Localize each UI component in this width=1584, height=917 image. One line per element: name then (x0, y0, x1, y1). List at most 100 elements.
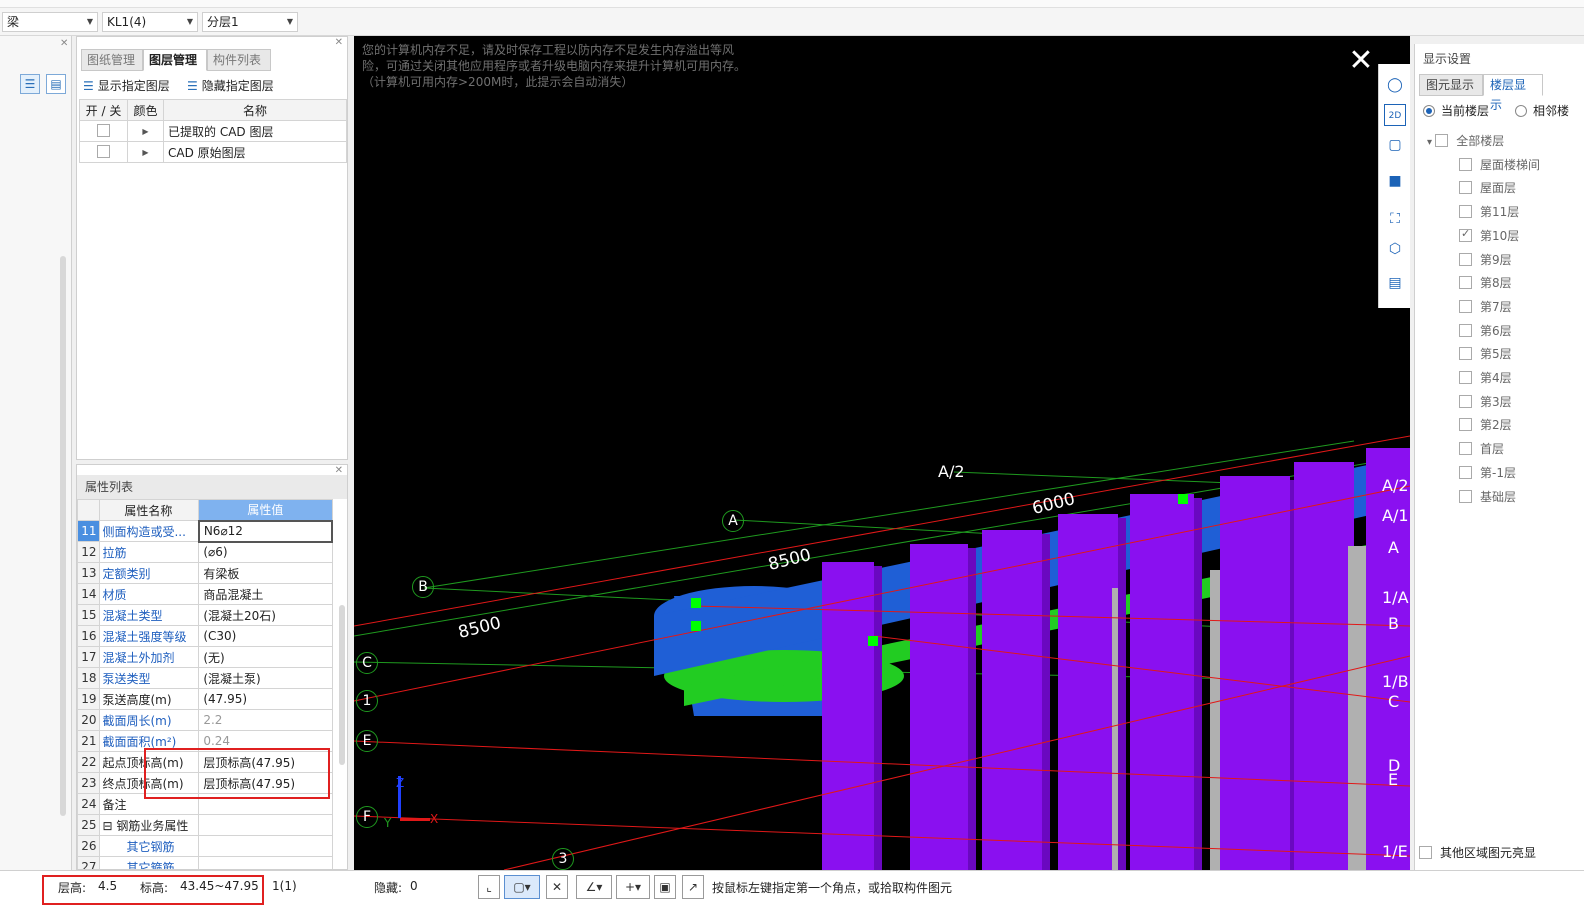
table-row[interactable]: 26 其它钢筋 (77, 835, 333, 857)
property-value[interactable] (198, 835, 333, 857)
floor-item[interactable]: 屋面层 (1459, 179, 1516, 196)
angle-icon[interactable]: ∠▾ (576, 875, 612, 899)
floor-checkbox[interactable] (1459, 347, 1472, 361)
property-value[interactable]: (⌀6) (198, 541, 333, 563)
select-cube-icon[interactable]: ⬡ (1384, 238, 1406, 260)
table-row[interactable]: 25 ⊟ 钢筋业务属性 (77, 814, 333, 836)
radio-adjacent-floor[interactable]: 相邻楼 (1515, 102, 1569, 119)
cube-solid-icon[interactable]: ■ (1384, 170, 1406, 192)
floor-checkbox[interactable] (1459, 252, 1472, 266)
floor-item[interactable]: 第11层 (1459, 203, 1519, 220)
floor-item[interactable]: 第5层 (1459, 345, 1512, 362)
table-row[interactable]: 19 泵送高度(m) (47.95) (77, 688, 333, 710)
property-value[interactable]: 2.2 (198, 709, 333, 731)
cross-select-icon[interactable]: ✕ (546, 875, 568, 899)
tab-component-list[interactable]: 构件列表 (207, 49, 271, 71)
floor-checkbox[interactable] (1459, 489, 1472, 503)
table-row[interactable]: 15 混凝土类型 (混凝土20石) (77, 604, 333, 626)
display-icon[interactable]: ▣ (654, 875, 676, 899)
orbit-icon[interactable]: ◯ (1384, 74, 1406, 96)
floor-item[interactable]: 第9层 (1459, 251, 1512, 268)
floor-item[interactable]: ▾ 全部楼层 (1427, 132, 1504, 149)
radio-current-floor[interactable]: 当前楼层 (1423, 102, 1489, 119)
floor-checkbox[interactable] (1459, 323, 1472, 337)
tab-drawing-manage[interactable]: 图纸管理 (81, 49, 143, 71)
highlight-other-checkbox[interactable]: 其他区域图元亮显 (1419, 844, 1536, 861)
hide-layer-button[interactable]: ☰ 隐藏指定图层 (187, 77, 274, 94)
table-row[interactable]: ▶ 已提取的 CAD 图层 (79, 120, 347, 142)
table-row[interactable]: 20 截面周长(m) 2.2 (77, 709, 333, 731)
table-row[interactable]: ▶ CAD 原始图层 (79, 141, 347, 163)
detail-view-icon[interactable]: ▤ (46, 74, 66, 94)
snap-point-icon[interactable]: +▾ (616, 875, 650, 899)
floor-item[interactable]: 第4层 (1459, 369, 1512, 386)
floor-checkbox[interactable] (1435, 134, 1449, 147)
floor-checkbox[interactable] (1459, 442, 1472, 456)
property-value[interactable]: (混凝土20石) (198, 604, 333, 626)
component-name-select[interactable]: KL1(4) ▼ (102, 12, 198, 32)
floor-checkbox[interactable] (1459, 227, 1472, 242)
table-row[interactable]: 16 混凝土强度等级 (C30) (77, 625, 333, 647)
floor-checkbox[interactable] (1459, 371, 1472, 384)
layer-select[interactable]: 分层1 ▼ (202, 12, 298, 32)
table-row[interactable]: 18 泵送类型 (混凝土泵) (77, 667, 333, 689)
property-value[interactable]: 商品混凝土 (198, 583, 333, 605)
floor-checkbox[interactable] (1459, 394, 1472, 408)
expand-arrow-icon[interactable]: ▶ (127, 120, 164, 142)
floor-checkbox[interactable] (1459, 465, 1472, 479)
2d-view-icon[interactable]: 2D (1384, 104, 1406, 126)
close-icon[interactable]: ✕ (1346, 46, 1376, 76)
property-value[interactable]: 有梁板 (198, 562, 333, 584)
3d-viewport[interactable]: 您的计算机内存不足，请及时保存工程以防内存不足发生内存溢出等风险，可通过关闭其他… (354, 36, 1410, 870)
collapse-icon[interactable]: ⊟ (102, 819, 116, 833)
zoom-extents-icon[interactable]: ⛶ (1384, 208, 1406, 230)
model-canvas[interactable] (354, 36, 1410, 870)
property-value[interactable] (198, 814, 333, 836)
floor-item[interactable]: 第6层 (1459, 322, 1512, 339)
close-icon[interactable]: ✕ (335, 37, 343, 48)
orthogonal-icon[interactable]: ⌞ (478, 875, 500, 899)
table-row[interactable]: 27 其它箍筋 (77, 856, 333, 869)
floor-item[interactable]: 第7层 (1459, 298, 1512, 315)
floor-checkbox[interactable] (1459, 205, 1472, 219)
scrollbar[interactable] (339, 605, 345, 765)
property-value[interactable]: (混凝土泵) (198, 667, 333, 689)
table-row[interactable]: 13 定额类别 有梁板 (77, 562, 333, 584)
property-value[interactable]: (47.95) (198, 688, 333, 710)
draw-icon[interactable]: ↗ (682, 875, 704, 899)
floor-checkbox[interactable] (1459, 157, 1472, 171)
floor-item[interactable]: 第3层 (1459, 393, 1512, 410)
floor-checkbox[interactable] (1459, 418, 1472, 432)
floor-checkbox[interactable] (1459, 299, 1472, 313)
layer-checkbox[interactable] (97, 124, 110, 137)
display-settings-icon[interactable]: ▤ (1384, 272, 1406, 294)
tab-element-display[interactable]: 图元显示 (1419, 74, 1483, 96)
table-row[interactable]: 14 材质 商品混凝土 (77, 583, 333, 605)
floor-checkbox[interactable] (1459, 181, 1472, 195)
table-row[interactable]: 12 拉筋 (⌀6) (77, 541, 333, 563)
table-row[interactable]: 17 混凝土外加剂 (无) (77, 646, 333, 668)
expand-arrow-icon[interactable]: ▶ (127, 141, 164, 163)
property-value[interactable]: (C30) (198, 625, 333, 647)
scrollbar[interactable] (60, 256, 66, 816)
floor-item[interactable]: 第10层 (1459, 227, 1519, 244)
show-layer-button[interactable]: ☰ 显示指定图层 (83, 77, 170, 94)
list-view-icon[interactable]: ☰ (20, 74, 40, 94)
chevron-down-icon[interactable]: ▾ (1427, 137, 1435, 148)
table-row[interactable]: 11 侧面构造或受... N6⌀12 (77, 519, 334, 543)
property-value[interactable]: N6⌀12 (197, 519, 334, 543)
floor-item[interactable]: 第2层 (1459, 416, 1512, 433)
floor-checkbox[interactable] (1459, 276, 1472, 290)
select-box-icon[interactable]: ▢▾ (504, 875, 540, 899)
floor-item[interactable]: 第8层 (1459, 274, 1512, 291)
floor-item[interactable]: 屋面楼梯间 (1459, 156, 1540, 173)
close-icon[interactable]: ✕ (60, 38, 68, 49)
tab-floor-display[interactable]: 楼层显示 (1483, 74, 1543, 112)
component-type-select[interactable]: 梁 ▼ (2, 12, 98, 32)
layer-checkbox[interactable] (97, 145, 110, 158)
floor-item[interactable]: 第-1层 (1459, 464, 1516, 481)
floor-item[interactable]: 基础层 (1459, 488, 1516, 505)
cube-wire-icon[interactable]: ▢ (1384, 134, 1406, 156)
floor-item[interactable]: 首层 (1459, 440, 1504, 457)
property-value[interactable] (198, 856, 333, 869)
